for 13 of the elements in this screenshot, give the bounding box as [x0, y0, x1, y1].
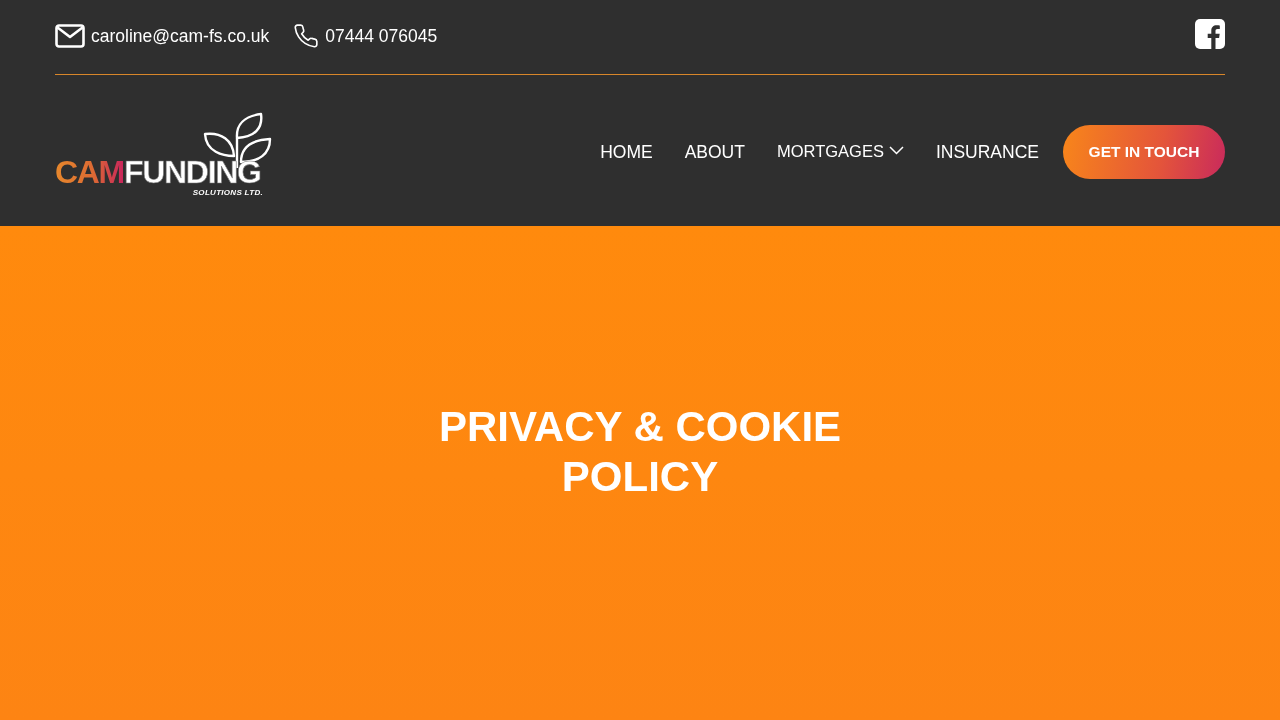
phone-icon — [293, 23, 320, 49]
phone-link[interactable]: 07444 076045 — [293, 23, 438, 49]
facebook-icon[interactable] — [1195, 19, 1225, 49]
nav-link[interactable]: INSURANCE — [935, 140, 1039, 163]
logo-wordmark: CAMFUNDING — [55, 155, 261, 188]
nav-link[interactable]: ABOUT — [684, 140, 745, 163]
logo-tagline: SOLUTIONS LTD. — [192, 187, 263, 198]
page-title: PRIVACY & COOKIE POLICY — [437, 402, 843, 502]
nav-link[interactable]: MORTGAGES — [776, 139, 904, 162]
mail-icon — [55, 24, 85, 48]
nav-link[interactable]: HOME — [600, 140, 653, 163]
email-link[interactable]: caroline@cam-fs.co.uk — [55, 24, 270, 48]
chevron-down-icon — [888, 146, 904, 155]
